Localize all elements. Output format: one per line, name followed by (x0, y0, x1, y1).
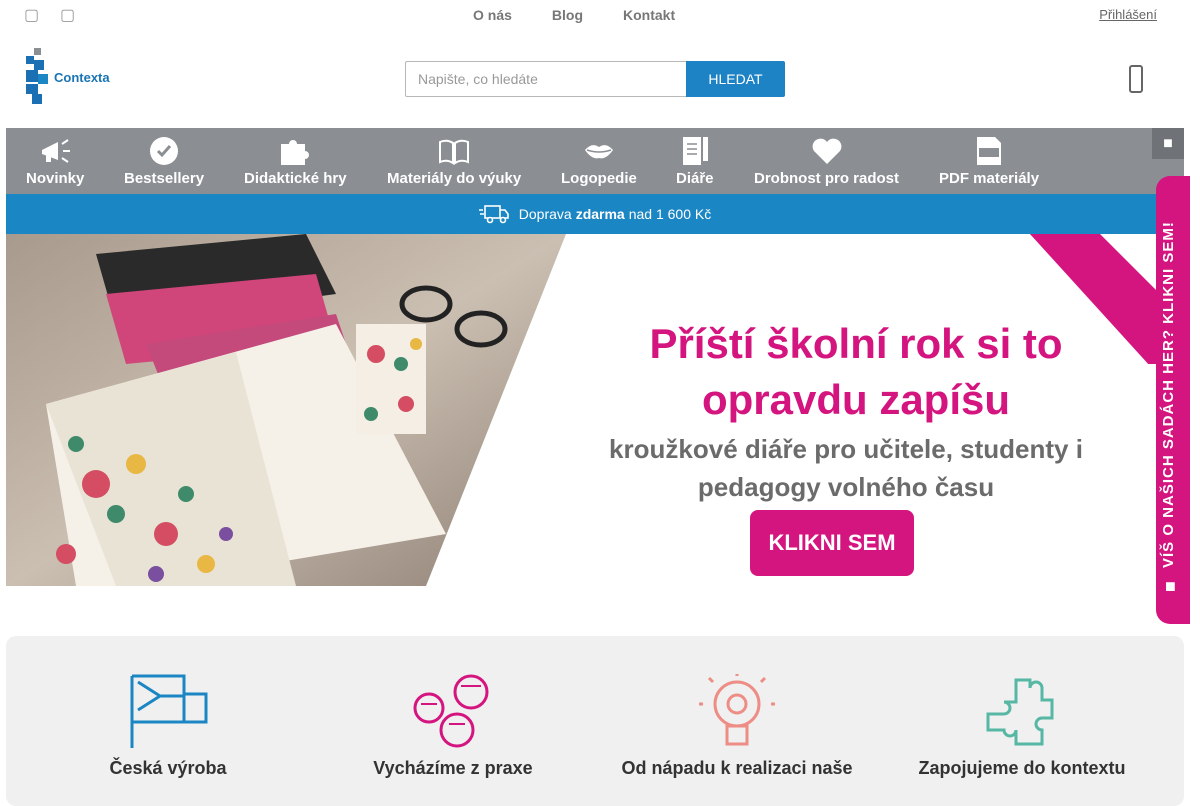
nav-link-blog[interactable]: Blog (552, 7, 583, 23)
people-icon (413, 674, 489, 748)
feature-label: Zapojujeme do kontextu (918, 758, 1126, 778)
shipping-prefix: Doprava (518, 206, 572, 222)
features-section: Česká výroba Vycházíme z praxe Od nápadu… (6, 636, 1184, 806)
badge-check-icon (150, 137, 179, 165)
czech-flag-icon (130, 674, 208, 748)
category-label: Diáře (676, 170, 714, 187)
category-label: Materiály do výuky (387, 170, 522, 187)
search-bar: HLEDAT (405, 61, 785, 97)
facebook-icon[interactable]: ▢ (24, 5, 39, 25)
logo-text: Contexta (54, 70, 110, 85)
feature-ceska-vyroba: Česká výroba (28, 674, 308, 779)
category-novinky[interactable]: Novinky (26, 136, 84, 187)
category-label: Didaktické hry (244, 170, 347, 187)
category-label: Novinky (26, 170, 85, 187)
category-pdf-materialy[interactable]: PDF materiály (939, 136, 1039, 187)
feature-label: Od nápadu k realizaci naše (621, 758, 853, 778)
banner-cta-button[interactable]: KLIKNI SEM (750, 510, 914, 576)
banner-title: Příští školní rok si to opravdu zapíšu (576, 316, 1136, 428)
category-label: Drobnost pro radost (754, 170, 899, 187)
instagram-icon[interactable]: ▢ (60, 5, 75, 25)
category-nav: Novinky Bestsellery Didaktické hry Mater… (6, 128, 1184, 194)
category-diare[interactable]: Diáře (676, 136, 714, 187)
search-input[interactable] (405, 61, 686, 97)
lightbulb-icon (699, 674, 775, 746)
login-link[interactable]: Přihlášení (1099, 7, 1157, 22)
game-sets-side-tab[interactable]: VÍŠ O NAŠICH SADÁCH HER? KLIKNI SEM! ■ (1156, 176, 1190, 624)
side-tab-arrow-icon: ■ (1165, 576, 1176, 596)
category-label: PDF materiály (939, 170, 1040, 187)
category-bestsellery[interactable]: Bestsellery (124, 136, 204, 187)
free-shipping-bar: Doprava zdarma nad 1 600 Kč (6, 194, 1184, 234)
puzzle-hand-icon (986, 678, 1054, 746)
delivery-truck-icon (478, 205, 509, 224)
banner-title-line: opravdu zapíšu (701, 376, 1011, 423)
logo[interactable]: Contexta (26, 48, 126, 106)
planner-photo-image (6, 234, 566, 586)
pdf-icon (977, 137, 1002, 165)
shipping-free: zdarma (575, 206, 625, 222)
nav-link-kontakt[interactable]: Kontakt (623, 7, 675, 23)
search-button[interactable]: HLEDAT (686, 61, 785, 97)
megaphone-icon (42, 139, 71, 163)
top-bar: ▢ ▢ O nás Blog Kontakt Přihlášení (0, 0, 1200, 32)
feature-vychazime-z-praxe: Vycházíme z praxe (313, 674, 593, 779)
category-materialy-do-vyuky[interactable]: Materiály do výuky (387, 136, 521, 187)
category-didakticke-hry[interactable]: Didaktické hry (244, 136, 347, 187)
heart-icon (812, 138, 841, 164)
category-drobnost-pro-radost[interactable]: Drobnost pro radost (754, 136, 899, 187)
lips-icon (584, 145, 613, 159)
cart-icon[interactable] (1124, 64, 1148, 94)
banner-subtitle-line: kroužkové diáře pro učitele, studenty i (609, 434, 1083, 464)
banner-title-line: Příští školní rok si to (649, 320, 1063, 367)
planner-icon (682, 137, 708, 165)
category-label: Bestsellery (124, 170, 205, 187)
logo-mark-icon (26, 48, 48, 104)
nav-toggle-button[interactable]: ■ (1152, 128, 1184, 159)
feature-label: Česká výroba (109, 758, 227, 778)
category-label: Logopedie (561, 170, 637, 187)
banner-subtitle-line: pedagogy volného času (697, 472, 995, 502)
nav-link-o-nas[interactable]: O nás (473, 7, 512, 23)
hero-banner[interactable]: 2026 – 2027 Příští školní rok si to opra… (6, 234, 1184, 586)
puzzle-icon (281, 140, 310, 165)
side-tab-text: VÍŠ O NAŠICH SADÁCH HER? KLIKNI SEM! (1160, 221, 1177, 568)
feature-zapojujeme-do-kontextu: Zapojujeme do kontextu (882, 674, 1162, 779)
feature-od-napadu-k-realizaci: Od nápadu k realizaci naše (597, 674, 877, 779)
feature-label: Vycházíme z praxe (373, 758, 533, 778)
book-icon (439, 139, 470, 165)
shipping-suffix: nad 1 600 Kč (628, 206, 712, 222)
category-logopedie[interactable]: Logopedie (561, 136, 637, 187)
banner-subtitle: kroužkové diáře pro učitele, studenty i … (526, 430, 1166, 506)
top-nav: O nás Blog Kontakt (473, 7, 675, 23)
